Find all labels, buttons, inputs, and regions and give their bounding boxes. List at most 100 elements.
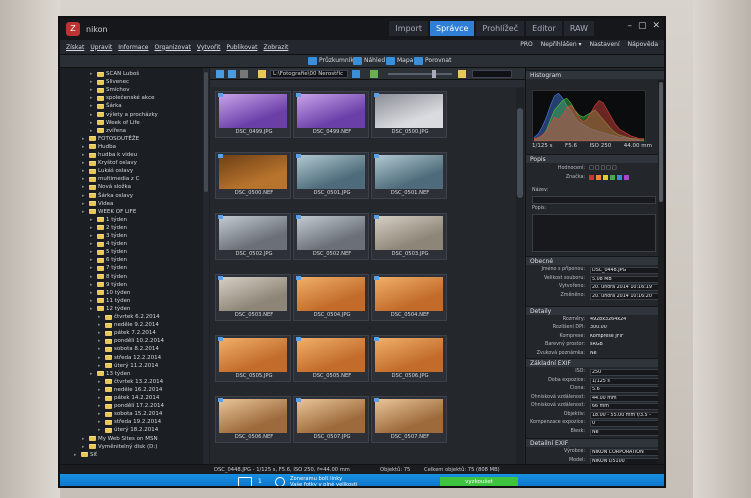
tree-item[interactable]: ▸ Videa (82, 200, 113, 208)
menu-item[interactable]: Publikovat (226, 44, 257, 51)
thumbnail[interactable]: DSC_0499.NEF (293, 91, 369, 138)
tree-item[interactable]: ▸ výlety a procházky (90, 111, 158, 119)
tree-item[interactable]: ▸ Slivenec (90, 78, 129, 86)
property-value[interactable]: 0 (590, 420, 660, 427)
tree-item[interactable]: ▸ 9 týden (90, 281, 127, 289)
expand-icon[interactable]: ▸ (82, 184, 87, 190)
swatch-yellow[interactable] (603, 175, 608, 180)
expand-icon[interactable]: ▸ (90, 225, 95, 231)
property-value[interactable]: 18.00 - 55.00 mm f/3.5 - (590, 411, 660, 419)
detailed-exif-header[interactable]: Detailní EXIF (526, 438, 664, 447)
path-input[interactable]: L:\Fotografie\00 Nerostříc (270, 70, 348, 78)
tree-item[interactable]: ▸ Week of Life (90, 119, 140, 127)
menu-right-item[interactable]: Nepřihlášen ▾ (541, 41, 582, 48)
back-icon[interactable] (216, 70, 224, 78)
maximize-icon[interactable]: ▢ (638, 21, 647, 31)
expand-icon[interactable]: ▸ (90, 290, 95, 296)
thumbnail[interactable]: DSC_0505.JPG (215, 335, 291, 382)
thumbnail[interactable]: DSC_0503.JPG (371, 213, 447, 260)
tree-item[interactable]: ▸ Smíchov (90, 86, 130, 94)
filter-icon[interactable] (352, 70, 360, 78)
property-value[interactable]: NIKON CORPORATION (590, 449, 660, 456)
expand-icon[interactable]: ▸ (82, 436, 87, 442)
expand-icon[interactable]: ▸ (98, 403, 103, 409)
tree-item[interactable]: ▸ zvířena (90, 127, 126, 135)
expand-icon[interactable]: ▸ (82, 160, 87, 166)
tree-item[interactable]: ▸ společenské akce (90, 94, 154, 102)
property-value[interactable]: 250 (590, 369, 660, 376)
tree-item[interactable]: ▸ středa 12.2.2014 (98, 354, 161, 362)
expand-icon[interactable]: ▸ (90, 103, 95, 109)
try-button[interactable]: vyzkoušet (440, 477, 518, 486)
expand-icon[interactable]: ▸ (90, 265, 95, 271)
menu-item[interactable]: Získat (66, 44, 84, 51)
expand-icon[interactable]: ▸ (82, 168, 87, 174)
tree-item[interactable]: ▸ Šárka (90, 102, 122, 110)
rating-stars[interactable]: □□□□□ (589, 165, 618, 171)
expand-icon[interactable]: ▸ (82, 176, 87, 182)
expand-icon[interactable]: ▸ (90, 241, 95, 247)
property-value[interactable]: 5.08 MB (590, 275, 660, 283)
property-value[interactable]: 66 mm (590, 403, 660, 410)
property-value[interactable]: 1/125 s (590, 377, 660, 385)
mode-tab[interactable]: Import (389, 21, 428, 36)
tree-item[interactable]: ▸ 13 týden (90, 370, 131, 378)
menu-item[interactable]: Vytvořit (197, 44, 221, 51)
toolbar-item-preview[interactable]: Náhled (364, 57, 385, 64)
property-value[interactable]: 20. února 2014 10:16:20 (590, 292, 660, 300)
tree-item[interactable]: ▸ 1 týden (90, 216, 127, 224)
tree-item[interactable]: ▸ 7 týden (90, 264, 127, 272)
description-input[interactable] (532, 214, 656, 252)
toolbar-item-explorer[interactable]: Průzkumník (319, 57, 354, 64)
expand-icon[interactable]: ▸ (90, 249, 95, 255)
menu-item[interactable]: Informace (118, 44, 148, 51)
tree-item[interactable]: ▸ Nová složka (82, 183, 131, 191)
expand-icon[interactable]: ▸ (98, 355, 103, 361)
expand-icon[interactable]: ▸ (98, 395, 103, 401)
swatch-blue[interactable] (617, 175, 622, 180)
swatch-purple[interactable] (624, 175, 629, 180)
tree-item[interactable]: ▸ 2 týden (90, 224, 127, 232)
expand-icon[interactable]: ▸ (98, 322, 103, 328)
swatch-red[interactable] (589, 175, 594, 180)
thumbnail[interactable]: DSC_0506.NEF (215, 396, 291, 443)
tree-item[interactable]: ▸ sobota 15.2.2014 (98, 410, 162, 418)
thumbnail[interactable]: DSC_0501.NEF (371, 152, 447, 199)
folder-tree-scroll-thumb[interactable] (204, 72, 208, 192)
expand-icon[interactable]: ▸ (82, 152, 87, 158)
mail-icon[interactable] (238, 477, 252, 486)
tree-item[interactable]: ▸ pondělí 17.2.2014 (98, 402, 164, 410)
thumbnail[interactable]: DSC_0500.JPG (371, 91, 447, 138)
expand-icon[interactable]: ▸ (90, 95, 95, 101)
thumbnail[interactable]: DSC_0504.JPG (293, 274, 369, 321)
property-value[interactable]: 44.00 mm (590, 394, 660, 402)
toolbar-item-compare[interactable]: Porovnat (425, 57, 451, 64)
tree-item[interactable]: ▸ Kryštof oslavy (82, 159, 137, 167)
expand-icon[interactable]: ▸ (74, 452, 79, 458)
tree-item[interactable]: ▸ úterý 11.2.2014 (98, 362, 158, 370)
thumb-size-handle[interactable] (432, 70, 436, 78)
close-icon[interactable]: ✕ (652, 21, 660, 31)
tree-item[interactable]: ▸ 12 týden (90, 305, 131, 313)
thumbnail[interactable]: DSC_0503.NEF (215, 274, 291, 321)
tree-item[interactable]: ▸ neděle 16.2.2014 (98, 386, 162, 394)
browser-scroll-thumb[interactable] (517, 108, 523, 198)
menu-right-item[interactable]: Nastavení (590, 41, 620, 48)
thumbnail[interactable]: DSC_0505.NEF (293, 335, 369, 382)
tree-item[interactable]: ▸ 4 týden (90, 240, 127, 248)
thumbnail[interactable]: DSC_0506.JPG (371, 335, 447, 382)
expand-icon[interactable]: ▸ (90, 87, 95, 93)
thumb-size-slider[interactable] (388, 73, 452, 75)
tree-item[interactable]: ▸ WEEK OF LIFE (82, 208, 136, 216)
details-header[interactable]: Detaily (526, 306, 664, 315)
expand-icon[interactable]: ▸ (82, 201, 87, 207)
histogram-header[interactable]: Histogram (526, 70, 664, 79)
tree-item[interactable]: ▸ úterý 18.2.2014 (98, 426, 158, 434)
expand-icon[interactable]: ▸ (98, 346, 103, 352)
thumbnail[interactable]: DSC_0502.JPG (215, 213, 291, 260)
menu-item[interactable]: Upravit (90, 44, 112, 51)
search-input[interactable] (472, 70, 512, 78)
expand-icon[interactable]: ▸ (82, 444, 87, 450)
thumbnail[interactable]: DSC_0507.NEF (371, 396, 447, 443)
tree-item[interactable]: ▸ 10 týden (90, 289, 131, 297)
